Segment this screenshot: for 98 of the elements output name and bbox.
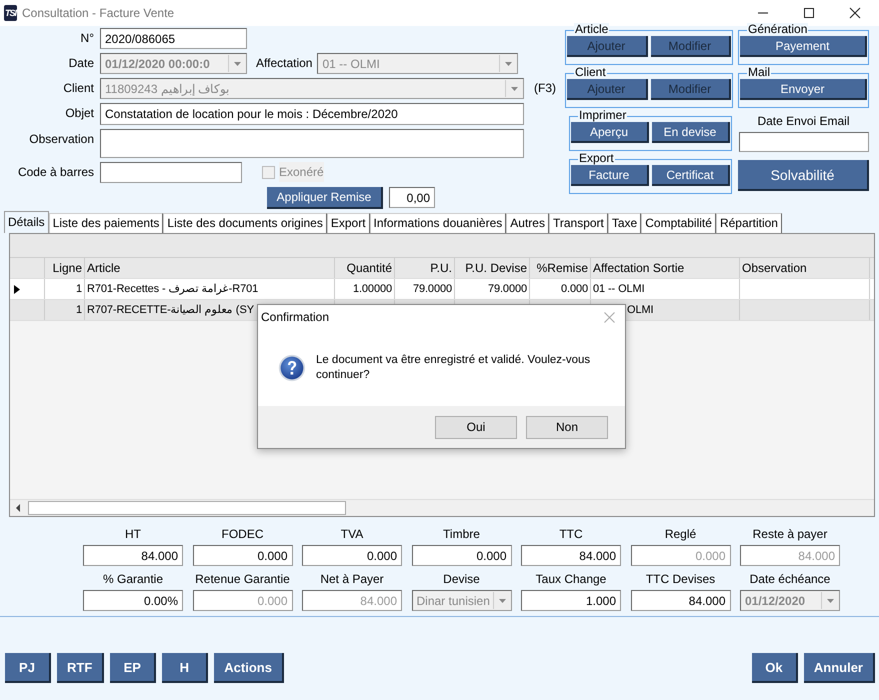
shortcut-hint: (F3) xyxy=(534,80,556,97)
amount-field[interactable]: 0.000 xyxy=(412,545,512,566)
action-button[interactable]: Envoyer xyxy=(740,79,867,100)
total-label: TTC xyxy=(559,526,583,542)
table-cell: 1 xyxy=(76,283,82,295)
app-logo: TSI xyxy=(4,5,18,21)
total-label: Reglé xyxy=(664,526,696,542)
tab[interactable]: Comptabilité xyxy=(641,213,716,233)
footer-button[interactable]: PJ xyxy=(5,653,51,683)
object-field[interactable]: Constatation de location pour le mois : Décembre/2020 xyxy=(100,103,524,125)
total-label: Reste à payer xyxy=(752,526,828,542)
tab[interactable]: Transport xyxy=(548,213,608,233)
apply-discount-button[interactable]: Appliquer Remise xyxy=(267,187,383,209)
total-label: HT xyxy=(125,526,141,542)
group-title: Client xyxy=(574,66,607,79)
group-title: Article xyxy=(574,23,610,36)
tab[interactable]: Export xyxy=(326,213,370,233)
total-label: Taux Change xyxy=(536,571,606,587)
table-cell: 1.00000 xyxy=(352,283,392,295)
horizontal-scrollbar[interactable] xyxy=(10,499,874,516)
discount-field[interactable]: 0,00 xyxy=(389,187,435,208)
email-date-field[interactable] xyxy=(738,132,868,152)
tab[interactable]: Autres xyxy=(506,213,549,233)
column-header[interactable]: P.U. Devise xyxy=(455,258,530,278)
table-cell: 01 -- OLMI xyxy=(593,283,645,295)
table-cell: 1 xyxy=(76,304,82,316)
column-header[interactable]: P.U. xyxy=(395,258,455,278)
action-button[interactable]: Payement xyxy=(740,36,867,57)
field-label: Code à barres xyxy=(16,164,95,181)
column-header[interactable]: Quantité xyxy=(335,258,395,278)
footer-button[interactable]: EP xyxy=(110,653,156,683)
column-header[interactable]: Article xyxy=(85,258,335,278)
total-label: % Garantie xyxy=(102,571,164,587)
field-label: Affectation xyxy=(256,55,312,72)
tab[interactable]: Liste des paiements xyxy=(48,213,164,233)
group-title: Export xyxy=(578,152,615,165)
field-label: Observation xyxy=(28,131,95,148)
table-cell: R701-Recettes - غرامة تصرف-R701 xyxy=(87,283,258,295)
solvency-button[interactable]: Solvabilité xyxy=(738,160,869,191)
scroll-thumb[interactable] xyxy=(28,501,346,515)
column-header[interactable]: Affectation Sortie xyxy=(591,258,740,278)
total-label: Net à Payer xyxy=(320,571,384,587)
amount-field[interactable]: 0.000 xyxy=(302,545,402,566)
footer-button[interactable]: Actions xyxy=(214,653,284,683)
amount-field[interactable]: 84.000 xyxy=(521,545,621,566)
table-cell: 79.0000 xyxy=(412,283,452,295)
total-label: TTC Devises xyxy=(646,571,716,587)
field-label: Date xyxy=(68,55,95,72)
group-title: Génération xyxy=(747,23,808,36)
field-label: Client xyxy=(62,80,95,97)
field-label: N° xyxy=(80,30,95,47)
action-button[interactable]: En devise xyxy=(652,122,730,143)
dialog-button[interactable]: Oui xyxy=(435,416,517,438)
total-label: TVA xyxy=(340,526,364,542)
number-field[interactable]: 2020/086065 xyxy=(100,28,247,49)
amount-field[interactable]: 1.000 xyxy=(521,590,621,611)
table-cell: R707-RECETTE-معلوم الصيانة (SY xyxy=(87,304,254,316)
total-label: Date échéance xyxy=(750,571,830,587)
amount-field[interactable]: 84.000 xyxy=(630,590,730,611)
field-label: Objet xyxy=(64,105,95,122)
total-label: FODEC xyxy=(222,526,264,542)
table-cell: OLMI xyxy=(627,304,654,316)
tab[interactable]: Taxe xyxy=(608,213,642,233)
group-title: Imprimer xyxy=(578,109,628,122)
maximize-icon[interactable] xyxy=(803,7,815,19)
observation-field[interactable] xyxy=(100,129,524,158)
footer-button[interactable]: Ok xyxy=(752,653,798,683)
field-label: Date Envoi Email xyxy=(757,114,850,128)
dialog-message: Le document va être enregistré et validé. Voulez-vous continuer? xyxy=(316,352,592,382)
tab[interactable]: Informations douanières xyxy=(370,213,506,233)
table-cell: 0.000 xyxy=(560,283,588,295)
group-title: Mail xyxy=(747,66,772,79)
action-button[interactable]: Facture xyxy=(571,165,649,186)
tab[interactable]: Détails xyxy=(4,211,49,233)
barcode-field[interactable] xyxy=(100,162,242,183)
action-button[interactable]: Aperçu xyxy=(571,122,649,143)
amount-field[interactable]: 0.000 xyxy=(192,545,292,566)
amount-field[interactable]: 0.00% xyxy=(83,590,183,611)
total-label: Timbre xyxy=(443,526,480,542)
table-cell: 79.0000 xyxy=(488,283,527,295)
action-button[interactable]: Certificat xyxy=(652,165,730,186)
footer-button[interactable]: RTF xyxy=(57,653,104,683)
checkbox-label: Exonéré xyxy=(279,162,324,182)
close-icon[interactable] xyxy=(849,7,861,19)
tab[interactable]: Liste des documents origines xyxy=(163,213,327,233)
column-header[interactable]: Ligne xyxy=(45,258,85,278)
footer-button[interactable]: H xyxy=(162,653,208,683)
current-row-icon xyxy=(14,284,20,294)
dialog-title: Confirmation xyxy=(261,310,330,324)
window-title: Consultation - Facture Vente xyxy=(22,6,174,20)
total-label: Retenue Garantie xyxy=(195,571,290,587)
column-header[interactable]: %Remise xyxy=(530,258,591,278)
column-header[interactable]: Observation xyxy=(740,258,870,278)
total-label: Devise xyxy=(443,571,480,587)
footer-button[interactable]: Annuler xyxy=(804,653,875,683)
tab[interactable]: Répartition xyxy=(716,213,782,233)
amount-field[interactable]: 84.000 xyxy=(83,545,183,566)
dialog-button[interactable]: Non xyxy=(526,416,608,438)
